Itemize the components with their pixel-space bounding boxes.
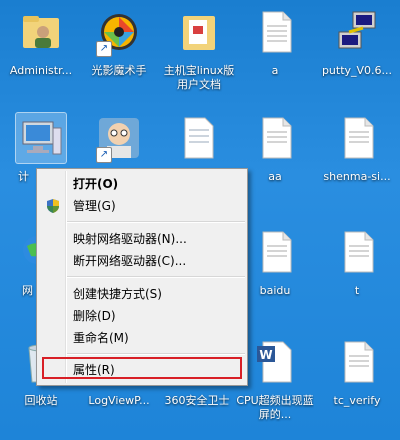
uac-shield-icon — [45, 198, 61, 220]
desktop-icon-tc-verify[interactable]: tc_verify — [318, 336, 396, 408]
menu-separator — [67, 221, 245, 223]
aperture-icon: ↗ — [93, 6, 145, 58]
desktop-icon-a[interactable]: a — [236, 6, 314, 78]
shortcut-arrow-icon: ↗ — [96, 147, 112, 163]
icon-label: a — [271, 64, 279, 77]
menu-item-create-shortcut[interactable]: 创建快捷方式(S) — [39, 284, 245, 304]
desktop-icon-zhujibao-doc[interactable]: 主机宝linux版用户文档 — [160, 6, 238, 92]
icon-label: Administr... — [9, 64, 73, 77]
computer-icon — [15, 112, 67, 164]
menu-item-delete[interactable]: 删除(D) — [39, 306, 245, 326]
text-file-icon — [249, 6, 301, 58]
icon-label: 回收站 — [24, 394, 58, 407]
menu-item-rename[interactable]: 重命名(M) — [39, 328, 245, 348]
folder-icon — [173, 6, 225, 58]
menu-separator — [67, 276, 245, 278]
desktop-icon-shenma[interactable]: shenma-si... — [318, 112, 396, 184]
icon-label: 光影魔术手 — [91, 64, 147, 77]
menu-item-map-drive[interactable]: 映射网络驱动器(N)... — [39, 229, 245, 249]
text-file-icon — [331, 112, 383, 164]
menu-item-disconnect-drive[interactable]: 断开网络驱动器(C)... — [39, 251, 245, 271]
icon-label: 主机宝linux版用户文档 — [163, 64, 235, 91]
shortcut-arrow-icon: ↗ — [96, 41, 112, 57]
document-icon — [171, 112, 223, 164]
menu-separator — [67, 353, 245, 355]
text-file-icon — [331, 336, 383, 388]
text-file-icon — [249, 112, 301, 164]
icon-label: shenma-si... — [323, 170, 391, 183]
desktop-icon-administrator[interactable]: Administr... — [2, 6, 80, 78]
context-menu: 打开(O) 管理(G) 映射网络驱动器(N)... 断开网络驱动器(C)... … — [36, 168, 248, 386]
desktop-icon-doctor-app[interactable]: ↗ — [80, 112, 158, 170]
desktop-icon-t[interactable]: t — [318, 226, 396, 298]
icon-label: 360安全卫士 — [164, 394, 230, 407]
desktop-icon-guangying[interactable]: ↗ 光影魔术手 — [80, 6, 158, 78]
icon-label: LogViewP... — [88, 394, 150, 407]
desktop-icon-putty[interactable]: putty_V0.6... — [318, 6, 396, 78]
icon-label: putty_V0.6... — [321, 64, 393, 77]
properties-highlight-box — [42, 357, 242, 379]
menu-item-label: 管理(G) — [73, 199, 116, 213]
svg-text:W: W — [259, 348, 272, 362]
desktop-icon-document-3[interactable] — [158, 112, 236, 170]
icon-label: tc_verify — [333, 394, 381, 407]
icon-label: CPU超频出现蓝屏的... — [236, 394, 314, 421]
text-file-icon — [331, 226, 383, 278]
icon-label: t — [354, 284, 360, 297]
word-document-icon: W — [249, 336, 301, 388]
text-file-icon — [249, 226, 301, 278]
menu-item-manage[interactable]: 管理(G) — [39, 196, 245, 216]
putty-icon — [331, 6, 383, 58]
doctor-app-icon: ↗ — [93, 112, 145, 164]
user-folder-icon — [15, 6, 67, 58]
menu-item-open[interactable]: 打开(O) — [39, 174, 245, 194]
